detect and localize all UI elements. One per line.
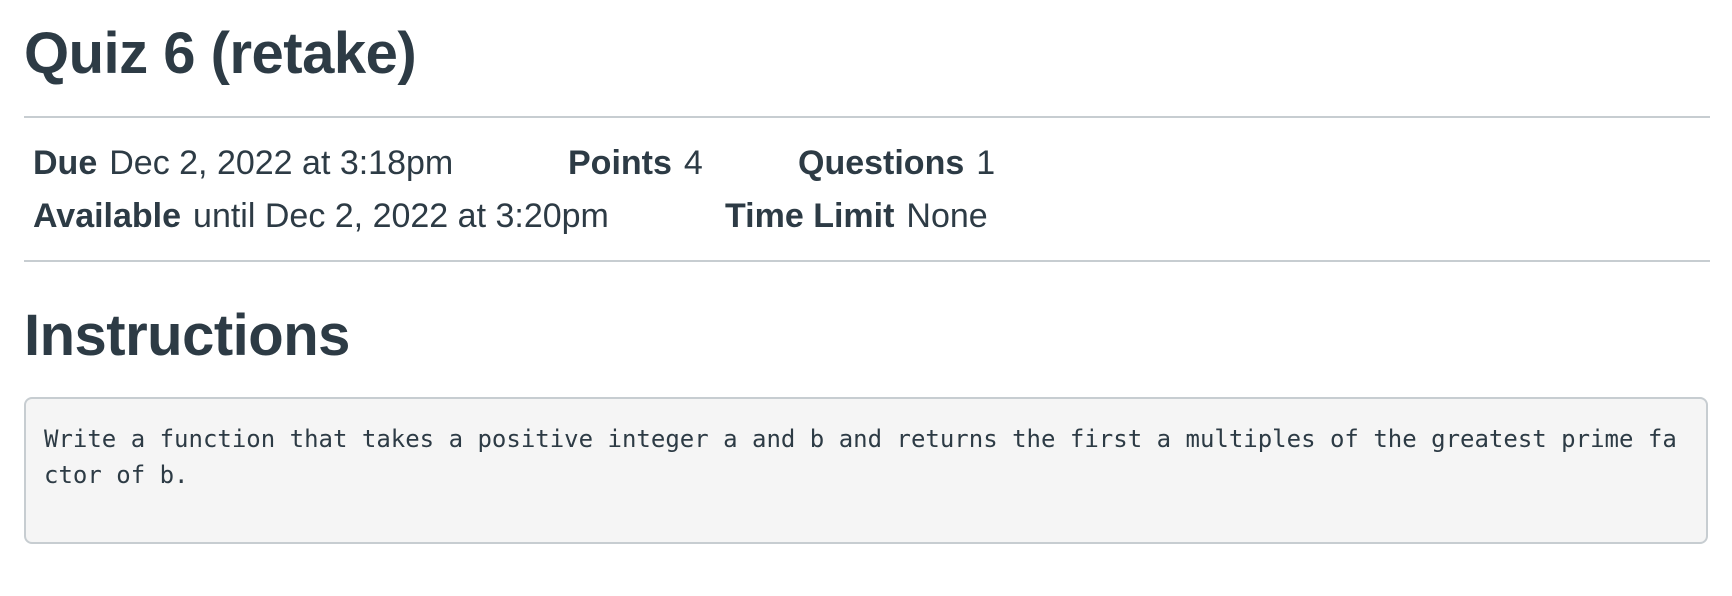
questions-label: Questions — [798, 144, 965, 182]
questions-value: 1 — [976, 144, 996, 182]
available-value: until Dec 2, 2022 at 3:20pm — [193, 197, 609, 235]
due-value: Dec 2, 2022 at 3:18pm — [109, 144, 454, 182]
questions-detail: Questions 1 — [798, 143, 995, 184]
divider-bottom — [24, 260, 1710, 262]
time-limit-label: Time Limit — [725, 197, 895, 235]
available-detail: Available until Dec 2, 2022 at 3:20pm — [33, 196, 609, 237]
instructions-heading: Instructions — [24, 303, 350, 368]
instructions-box: Write a function that takes a positive i… — [24, 397, 1708, 544]
due-detail: Due Dec 2, 2022 at 3:18pm — [33, 143, 453, 184]
due-label: Due — [33, 144, 98, 182]
points-label: Points — [568, 144, 672, 182]
time-limit-detail: Time Limit None — [725, 196, 988, 237]
points-detail: Points 4 — [568, 143, 703, 184]
time-limit-value: None — [906, 197, 988, 235]
quiz-page: Quiz 6 (retake) Due Dec 2, 2022 at 3:18pm… — [0, 0, 1732, 596]
available-label: Available — [33, 197, 182, 235]
divider-top — [24, 116, 1710, 118]
page-title: Quiz 6 (retake) — [24, 21, 417, 86]
instructions-text: Write a function that takes a positive i… — [44, 425, 1677, 489]
points-value: 4 — [683, 144, 703, 182]
